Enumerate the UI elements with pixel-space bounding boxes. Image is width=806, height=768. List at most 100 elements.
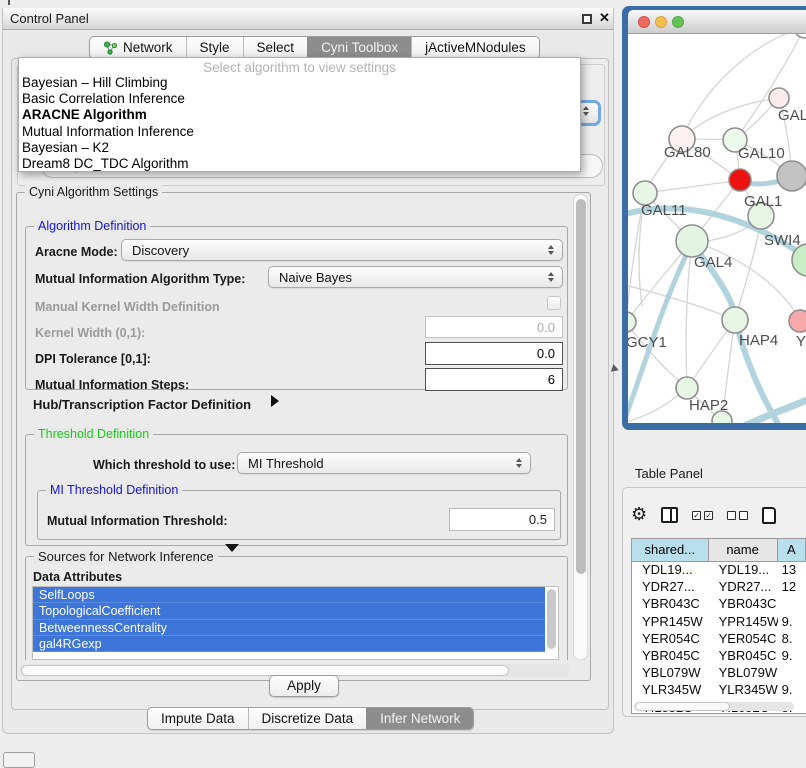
tab-network[interactable]: Network <box>90 37 186 58</box>
table-row[interactable]: YDL19...YDL19...13 <box>632 562 806 579</box>
mi-algorithm-type-combobox[interactable]: Naive Bayes <box>268 266 563 288</box>
kernel-width-field[interactable]: 0.0 <box>425 316 563 338</box>
node-gcy1[interactable] <box>628 312 636 332</box>
node-gray[interactable] <box>777 161 806 191</box>
which-threshold-label: Which threshold to use: <box>93 458 235 472</box>
hub-tf-definition-label[interactable]: Hub/Transcription Factor Definition <box>33 397 251 412</box>
column-header-partial[interactable]: A <box>778 539 806 561</box>
table-row[interactable]: YER054CYER054C8. <box>632 631 806 648</box>
algorithm-option[interactable]: Dream8 DC_TDC Algorithm <box>19 156 580 172</box>
bottom-tabbar: Impute Data Discretize Data Infer Networ… <box>147 707 474 730</box>
column-header-name[interactable]: name <box>709 539 778 561</box>
label-swi4: SWI4 <box>764 232 801 249</box>
tab-discretize-data[interactable]: Discretize Data <box>248 708 367 729</box>
zoom-traffic-light-icon[interactable] <box>672 16 684 28</box>
cell: YPR145W <box>632 614 709 631</box>
attributes-scrollbar-thumb[interactable] <box>547 589 556 649</box>
column-browser-icon[interactable] <box>661 507 678 523</box>
cell: YBL079W <box>709 665 778 682</box>
table-row[interactable]: YBR043CYBR043C <box>632 596 806 613</box>
gear-icon[interactable]: ⚙ <box>631 506 647 524</box>
algorithm-option[interactable]: Bayesian – K2 <box>19 140 580 156</box>
settings-vscrollbar-thumb[interactable] <box>576 199 586 574</box>
float-window-icon[interactable] <box>582 14 592 24</box>
table-row[interactable]: YBL079WYBL079W <box>632 665 806 682</box>
settings-vscrollbar[interactable] <box>573 194 588 660</box>
mi-threshold-field[interactable]: 0.5 <box>449 508 555 531</box>
cell: 9. <box>778 682 806 699</box>
which-threshold-combobox[interactable]: MI Threshold <box>237 452 531 474</box>
collapse-down-icon[interactable] <box>225 544 239 552</box>
tab-infer-network[interactable]: Infer Network <box>366 708 473 729</box>
tab-cyni-toolbox[interactable]: Cyni Toolbox <box>307 37 411 58</box>
node-gal1-red[interactable] <box>729 169 751 191</box>
tab-impute-data[interactable]: Impute Data <box>148 708 248 729</box>
label-hap2: HAP2 <box>689 397 728 414</box>
tab-style[interactable]: Style <box>186 37 243 58</box>
label-gal80: GAL80 <box>664 144 711 161</box>
attribute-item[interactable]: TopologicalCoefficient <box>33 603 545 619</box>
network-window-titlebar[interactable] <box>628 10 806 34</box>
attribute-item[interactable]: SelfLoops <box>33 587 545 603</box>
mi-algorithm-type-value: Naive Bayes <box>279 270 352 285</box>
manual-kernel-width-checkbox[interactable] <box>547 296 561 310</box>
minimize-traffic-light-icon[interactable] <box>655 16 667 28</box>
node-salmon[interactable] <box>789 310 806 332</box>
table-hscrollbar[interactable] <box>634 702 794 711</box>
cell: 9. <box>778 614 806 631</box>
attribute-item[interactable]: BetweennessCentrality <box>33 620 545 636</box>
deselect-all-columns-icon[interactable] <box>727 511 748 520</box>
label-y: Y <box>796 333 806 350</box>
control-panel-tabbar: Network Style Select Cyni Toolbox jActiv… <box>89 36 540 59</box>
attribute-item[interactable]: gal4RGexp <box>33 636 545 652</box>
settings-hscrollbar-thumb[interactable] <box>21 665 509 676</box>
tab-select[interactable]: Select <box>243 37 308 58</box>
table-hscrollbar-thumb[interactable] <box>635 702 730 711</box>
bottom-left-partial-button[interactable] <box>3 752 35 768</box>
aracne-mode-combobox[interactable]: Discovery <box>121 239 563 261</box>
algorithm-option[interactable]: Mutual Information Inference <box>19 124 580 140</box>
algorithm-option[interactable]: Bayesian – Hill Climbing <box>19 75 580 91</box>
node-gal[interactable] <box>769 88 789 108</box>
expand-right-icon[interactable] <box>271 395 279 407</box>
close-icon[interactable]: ✕ <box>599 10 610 26</box>
mi-steps-field[interactable]: 6 <box>425 368 563 391</box>
mouse-cursor <box>611 364 620 374</box>
close-traffic-light-icon[interactable] <box>638 16 650 28</box>
cell <box>778 596 806 613</box>
select-all-columns-icon[interactable]: ✓✓ <box>692 511 713 520</box>
node-hap4[interactable] <box>722 307 748 333</box>
apply-button[interactable]: Apply <box>269 675 339 697</box>
tab-jactivemnodules[interactable]: jActiveMNodules <box>411 37 539 58</box>
mi-threshold-label: Mutual Information Threshold: <box>47 514 228 528</box>
dpi-tolerance-field[interactable]: 0.0 <box>425 342 563 365</box>
sources-title: Sources for Network Inference <box>34 549 218 564</box>
network-canvas[interactable]: GAL GAL80 GAL10 GAL1 GAL11 SWI4 GAL4 GCY… <box>628 34 806 423</box>
export-table-icon[interactable] <box>762 507 776 524</box>
algorithm-option-selected[interactable]: ARACNE Algorithm <box>19 107 580 123</box>
table-row[interactable]: YLR345WYLR345W9. <box>632 682 806 699</box>
cell: 12 <box>778 579 806 596</box>
tab-style-label: Style <box>200 40 230 55</box>
label-gcy1: GCY1 <box>628 334 667 351</box>
table-row[interactable]: YDR27...YDR27...12 <box>632 579 806 596</box>
combo-arrows-icon <box>516 458 522 468</box>
table-row[interactable]: YBR045CYBR045C9. <box>632 648 806 665</box>
column-header-shared-name[interactable]: shared... <box>632 539 709 561</box>
data-attributes-list[interactable]: SelfLoops TopologicalCoefficient Between… <box>32 586 559 660</box>
combo-arrows-icon <box>548 272 554 282</box>
node-unlabeled[interactable] <box>794 34 806 38</box>
algorithm-option[interactable]: Basic Correlation Inference <box>19 91 580 107</box>
cell: YPR145W <box>709 614 778 631</box>
which-threshold-value: MI Threshold <box>248 456 324 471</box>
network-view-window: GAL GAL80 GAL10 GAL1 GAL11 SWI4 GAL4 GCY… <box>622 6 806 430</box>
control-panel-title: Control Panel <box>10 11 89 26</box>
node-gal4[interactable] <box>676 225 708 257</box>
node-hap2[interactable] <box>676 377 698 399</box>
table-row[interactable]: YPR145WYPR145W9. <box>632 614 806 631</box>
cell: YBR043C <box>709 596 778 613</box>
network-icon <box>103 41 118 55</box>
cell: YBR045C <box>709 648 778 665</box>
dpi-tolerance-label: DPI Tolerance [0,1]: <box>35 352 151 366</box>
tab-discretize-data-label: Discretize Data <box>262 711 354 726</box>
